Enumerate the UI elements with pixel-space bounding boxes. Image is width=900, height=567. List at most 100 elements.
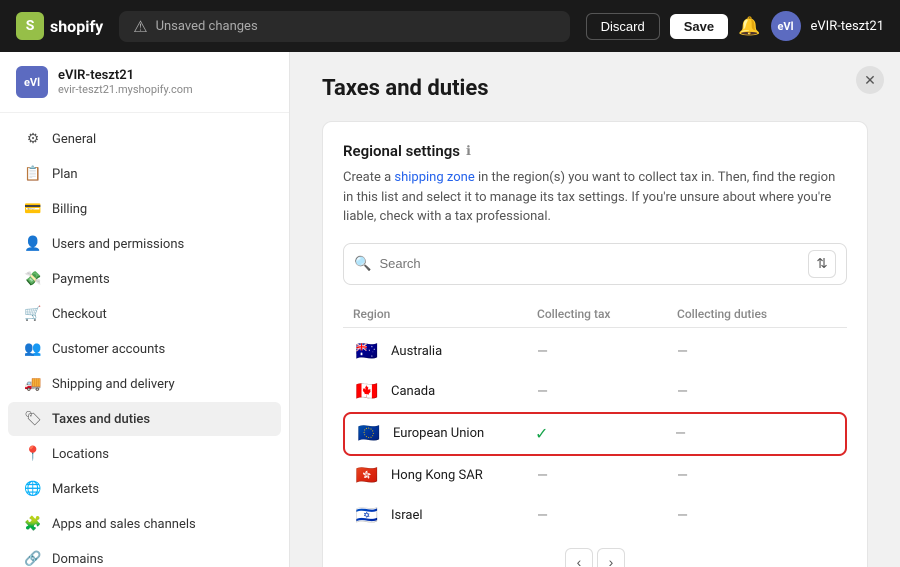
- unsaved-changes-bar: ⚠ Unsaved changes: [119, 11, 569, 42]
- region-name: Canada: [391, 384, 435, 399]
- australia-flag: 🇦🇺: [353, 342, 381, 362]
- sidebar-item-plan[interactable]: 📋 Plan: [8, 157, 281, 191]
- sidebar-item-label: Plan: [52, 167, 78, 182]
- sidebar-item-markets[interactable]: 🌐 Markets: [8, 472, 281, 506]
- sidebar-item-domains[interactable]: 🔗 Domains: [8, 542, 281, 567]
- collecting-duties-value: —: [677, 508, 837, 524]
- pagination-next[interactable]: ›: [597, 548, 625, 567]
- page-title: Taxes and duties: [322, 76, 868, 101]
- collecting-tax-value: —: [537, 508, 677, 524]
- sidebar-item-customer-accounts[interactable]: 👥 Customer accounts: [8, 332, 281, 366]
- sidebar-item-taxes[interactable]: 🏷 Taxes and duties: [8, 402, 281, 436]
- col-collecting-duties: Collecting duties: [677, 307, 837, 321]
- sidebar-item-label: Taxes and duties: [52, 412, 150, 427]
- region-cell: 🇭🇰 Hong Kong SAR: [353, 466, 537, 486]
- topnav: S shopify ⚠ Unsaved changes Discard Save…: [0, 0, 900, 52]
- sidebar-item-label: Locations: [52, 447, 109, 462]
- sidebar-item-label: Billing: [52, 202, 87, 217]
- table-row[interactable]: 🇭🇰 Hong Kong SAR — —: [343, 456, 847, 496]
- sidebar-user-info: eVl eVIR-teszt21 evir-teszt21.myshopify.…: [0, 52, 289, 113]
- table-row-eu[interactable]: 🇪🇺 European Union ✓ —: [343, 412, 847, 456]
- table-row[interactable]: 🇦🇺 Australia — —: [343, 332, 847, 372]
- collecting-tax-check: ✓: [535, 424, 675, 443]
- region-cell: 🇪🇺 European Union: [355, 424, 535, 444]
- payments-icon: 💸: [24, 270, 42, 288]
- markets-icon: 🌐: [24, 480, 42, 498]
- region-name: European Union: [393, 426, 484, 441]
- checkout-icon: 🛒: [24, 305, 42, 323]
- regional-settings-desc: Create a shipping zone in the region(s) …: [343, 168, 847, 227]
- collecting-duties-value: —: [677, 468, 837, 484]
- sidebar-item-label: Users and permissions: [52, 237, 184, 252]
- billing-icon: 💳: [24, 200, 42, 218]
- collecting-duties-value: —: [675, 426, 835, 442]
- col-collecting-tax: Collecting tax: [537, 307, 677, 321]
- sidebar-item-shipping[interactable]: 🚚 Shipping and delivery: [8, 367, 281, 401]
- sidebar-item-label: Domains: [52, 552, 103, 567]
- region-cell: 🇮🇱 Israel: [353, 506, 537, 526]
- user-avatar[interactable]: eVl: [771, 11, 801, 41]
- topnav-actions: Discard Save 🔔 eVl eVIR-teszt21: [586, 11, 884, 41]
- israel-flag: 🇮🇱: [353, 506, 381, 526]
- collecting-duties-value: —: [677, 344, 837, 360]
- main-layout: eVl eVIR-teszt21 evir-teszt21.myshopify.…: [0, 52, 900, 567]
- sidebar-item-users[interactable]: 👤 Users and permissions: [8, 227, 281, 261]
- shipping-icon: 🚚: [24, 375, 42, 393]
- shipping-zone-link[interactable]: shipping zone: [394, 170, 474, 185]
- table-row[interactable]: 🇨🇦 Canada — —: [343, 372, 847, 412]
- regional-settings-title: Regional settings: [343, 142, 460, 160]
- sidebar-item-apps[interactable]: 🧩 Apps and sales channels: [8, 507, 281, 541]
- notifications-bell-icon[interactable]: 🔔: [738, 16, 760, 37]
- taxes-icon: 🏷: [24, 410, 42, 428]
- main-content: ✕ Taxes and duties Regional settings ℹ C…: [290, 52, 900, 567]
- domains-icon: 🔗: [24, 550, 42, 567]
- regional-settings-card: Regional settings ℹ Create a shipping zo…: [322, 121, 868, 567]
- collecting-duties-value: —: [677, 384, 837, 400]
- shopify-logo-icon: S: [16, 12, 44, 40]
- sidebar-item-label: Checkout: [52, 307, 107, 322]
- brand-logo: S shopify: [16, 12, 103, 40]
- search-input[interactable]: [379, 256, 800, 271]
- pagination-prev[interactable]: ‹: [565, 548, 593, 567]
- hk-flag: 🇭🇰: [353, 466, 381, 486]
- sidebar-username: eVIR-teszt21: [58, 68, 193, 83]
- discard-button[interactable]: Discard: [586, 13, 660, 40]
- pagination: ‹ ›: [343, 548, 847, 567]
- users-icon: 👤: [24, 235, 42, 253]
- desc-before: Create a: [343, 170, 394, 185]
- plan-icon: 📋: [24, 165, 42, 183]
- sidebar-domain: evir-teszt21.myshopify.com: [58, 83, 193, 96]
- col-region: Region: [353, 307, 537, 321]
- regional-settings-header: Regional settings ℹ: [343, 142, 847, 160]
- sidebar-nav: ⚙ General 📋 Plan 💳 Billing 👤 Users and p…: [0, 113, 289, 567]
- collecting-tax-value: —: [537, 468, 677, 484]
- sidebar-item-label: General: [52, 132, 96, 147]
- close-button[interactable]: ✕: [856, 66, 884, 94]
- sidebar-item-checkout[interactable]: 🛒 Checkout: [8, 297, 281, 331]
- sidebar-user-details: eVIR-teszt21 evir-teszt21.myshopify.com: [58, 68, 193, 96]
- table-header: Region Collecting tax Collecting duties: [343, 301, 847, 328]
- region-name: Hong Kong SAR: [391, 468, 483, 483]
- sidebar-item-label: Customer accounts: [52, 342, 165, 357]
- table-row[interactable]: 🇮🇱 Israel — —: [343, 496, 847, 536]
- sidebar-item-label: Shipping and delivery: [52, 377, 175, 392]
- collecting-tax-value: —: [537, 384, 677, 400]
- info-icon[interactable]: ℹ: [466, 144, 471, 159]
- save-button[interactable]: Save: [670, 14, 728, 39]
- eu-flag: 🇪🇺: [355, 424, 383, 444]
- sidebar-item-locations[interactable]: 📍 Locations: [8, 437, 281, 471]
- canada-flag: 🇨🇦: [353, 382, 381, 402]
- region-search-bar: 🔍 ⇅: [343, 243, 847, 285]
- customer-accounts-icon: 👥: [24, 340, 42, 358]
- sort-button[interactable]: ⇅: [808, 250, 836, 278]
- sidebar-item-label: Apps and sales channels: [52, 517, 196, 532]
- sidebar-item-billing[interactable]: 💳 Billing: [8, 192, 281, 226]
- general-icon: ⚙: [24, 130, 42, 148]
- region-name: Israel: [391, 508, 423, 523]
- locations-icon: 📍: [24, 445, 42, 463]
- sidebar-item-general[interactable]: ⚙ General: [8, 122, 281, 156]
- search-icon: 🔍: [354, 256, 371, 272]
- sidebar-item-payments[interactable]: 💸 Payments: [8, 262, 281, 296]
- region-name: Australia: [391, 344, 442, 359]
- topnav-username: eVIR-teszt21: [811, 19, 884, 34]
